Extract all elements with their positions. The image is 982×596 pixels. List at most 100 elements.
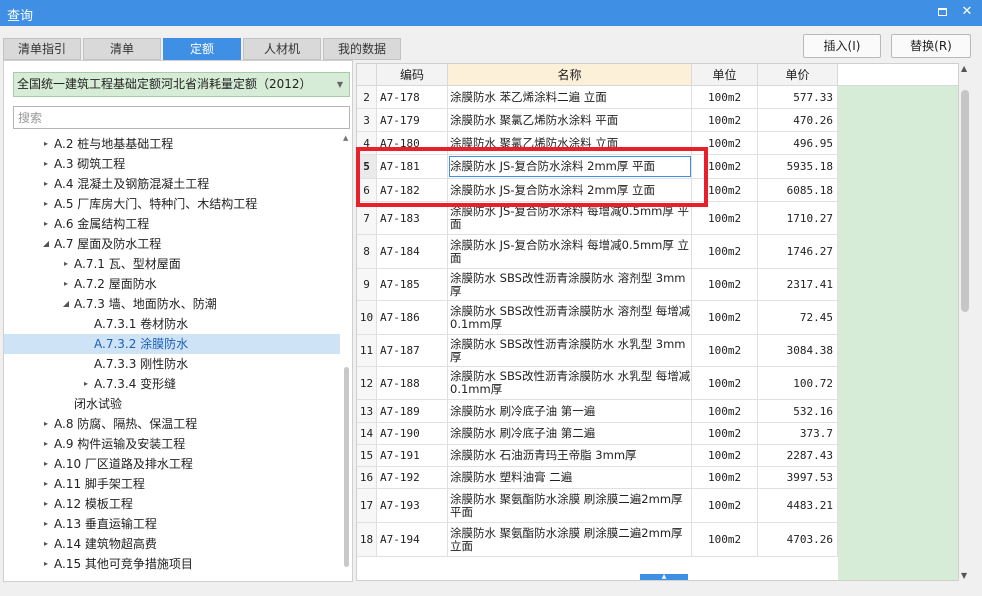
tree-node[interactable]: ▸ A.13 垂直运输工程 — [4, 514, 340, 534]
expand-arrow-icon[interactable]: ▸ — [60, 254, 72, 274]
unit-cell: 100m2 — [692, 423, 758, 444]
scroll-up-icon[interactable]: ▲ — [343, 134, 348, 142]
table-row[interactable]: 2 A7-178 涂膜防水 苯乙烯涂料二遍 立面 100m2 577.33 — [357, 86, 838, 109]
tree-node[interactable]: 闭水试验 — [4, 394, 340, 414]
row-index: 16 — [357, 467, 377, 488]
expand-arrow-icon[interactable]: ▸ — [60, 274, 72, 294]
tree-node[interactable]: ▸ A.15 其他可竞争措施项目 — [4, 554, 340, 574]
tree-node[interactable]: ▸ A.11 脚手架工程 — [4, 474, 340, 494]
table-row[interactable]: 9 A7-185 涂膜防水 SBS改性沥青涂膜防水 溶剂型 3mm厚 100m2 231… — [357, 269, 838, 301]
table-row[interactable]: 11 A7-187 涂膜防水 SBS改性沥青涂膜防水 水乳型 3mm厚 100m2 30… — [357, 335, 838, 367]
tree-node-label: A.7.3 墙、地面防水、防潮 — [74, 297, 217, 311]
tree-node[interactable]: ▸ A.2 桩与地基基础工程 — [4, 134, 340, 154]
expand-arrow-icon[interactable]: ▸ — [40, 514, 52, 534]
table-row[interactable]: 14 A7-190 涂膜防水 刷冷底子油 第二遍 100m2 373.7 — [357, 423, 838, 445]
splitter-handle[interactable]: ▲ — [640, 574, 688, 580]
tree-node[interactable]: ▸ A.7.1 瓦、型材屋面 — [4, 254, 340, 274]
empty-area — [838, 86, 958, 580]
scroll-up-icon[interactable]: ▲ — [961, 64, 967, 73]
tab-my-data[interactable]: 我的数据 — [323, 38, 401, 60]
price-cell: 373.7 — [758, 423, 838, 444]
expand-arrow-icon[interactable]: ▸ — [40, 134, 52, 154]
name-cell: 涂膜防水 塑料油膏 二遍 — [448, 467, 692, 488]
scroll-down-icon[interactable]: ▼ — [961, 571, 967, 580]
tree-node[interactable]: ◢ A.7 屋面及防水工程 — [4, 234, 340, 254]
row-index: 2 — [357, 86, 377, 108]
name-cell: 涂膜防水 刷冷底子油 第二遍 — [448, 423, 692, 444]
tree-node-label: A.12 模板工程 — [54, 497, 133, 511]
tree-node-label: A.15 其他可竞争措施项目 — [54, 557, 193, 571]
expand-arrow-icon[interactable]: ▸ — [40, 554, 52, 574]
tree-node[interactable]: ▸ A.14 建筑物超高费 — [4, 534, 340, 554]
header-name[interactable]: 名称 — [448, 64, 692, 86]
table-row[interactable]: 17 A7-193 涂膜防水 聚氨酯防水涂膜 刷涂膜二遍2mm厚 平面 100m2 44… — [357, 489, 838, 523]
tree-node[interactable]: ▸ A.12 模板工程 — [4, 494, 340, 514]
code-cell: A7-185 — [377, 269, 448, 300]
collapse-arrow-icon[interactable]: ◢ — [40, 234, 52, 254]
name-cell: 涂膜防水 SBS改性沥青涂膜防水 溶剂型 3mm厚 — [448, 269, 692, 300]
tree-node-label: A.7 屋面及防水工程 — [54, 237, 162, 251]
expand-arrow-icon[interactable]: ▸ — [80, 374, 92, 394]
search-input[interactable] — [13, 106, 350, 129]
tree-node[interactable]: A.7.3.1 卷材防水 — [4, 314, 340, 334]
maximize-icon[interactable] — [933, 3, 951, 21]
close-icon[interactable]: ✕ — [958, 3, 976, 21]
table-row[interactable]: 15 A7-191 涂膜防水 石油沥青玛王帝脂 3mm厚 100m2 2287.43 — [357, 445, 838, 467]
table-row[interactable]: 13 A7-189 涂膜防水 刷冷底子油 第一遍 100m2 532.16 — [357, 400, 838, 423]
tree-node[interactable]: ▸ A.7.3.4 变形缝 — [4, 374, 340, 394]
tree-node[interactable]: ▸ A.3 砌筑工程 — [4, 154, 340, 174]
expand-arrow-icon[interactable]: ▸ — [40, 414, 52, 434]
collapse-arrow-icon[interactable]: ◢ — [60, 294, 72, 314]
scroll-thumb[interactable] — [344, 367, 349, 567]
tab-labor-material-machine[interactable]: 人材机 — [243, 38, 321, 60]
tab-list[interactable]: 清单 — [83, 38, 161, 60]
tree-node[interactable]: ◢ A.7.3 墙、地面防水、防潮 — [4, 294, 340, 314]
tree-node[interactable]: ▸ A.8 防腐、隔热、保温工程 — [4, 414, 340, 434]
expand-arrow-icon[interactable]: ▸ — [40, 154, 52, 174]
tree-node-label: A.7.1 瓦、型材屋面 — [74, 257, 181, 271]
code-cell: A7-187 — [377, 335, 448, 366]
tree-node[interactable]: ▸ A.9 构件运输及安装工程 — [4, 434, 340, 454]
tree-node[interactable]: ▸ A.5 厂库房大门、特种门、木结构工程 — [4, 194, 340, 214]
tree-node-label: A.13 垂直运输工程 — [54, 517, 157, 531]
tree-node[interactable]: A.7.3.3 刚性防水 — [4, 354, 340, 374]
expand-arrow-icon[interactable]: ▸ — [40, 494, 52, 514]
expand-arrow-icon[interactable]: ▸ — [40, 534, 52, 554]
table-row[interactable]: 3 A7-179 涂膜防水 聚氯乙烯防水涂料 平面 100m2 470.26 — [357, 109, 838, 132]
table-row[interactable]: 12 A7-188 涂膜防水 SBS改性沥青涂膜防水 水乳型 每增减0.1mm厚 10… — [357, 367, 838, 400]
table-scrollbar[interactable]: ▲ ▼ — [959, 63, 971, 581]
header-unit[interactable]: 单位 — [692, 64, 758, 86]
quota-tree: ▸ A.2 桩与地基基础工程 ▸ A.3 砌筑工程 ▸ A.4 混凝土及钢筋混凝土工程 ▸ A… — [4, 134, 340, 581]
expand-arrow-icon[interactable]: ▸ — [40, 454, 52, 474]
tab-quota[interactable]: 定额 — [163, 38, 241, 60]
replace-button[interactable]: 替换(R) — [891, 34, 971, 58]
tree-node-label: A.7.3.1 卷材防水 — [94, 317, 189, 331]
expand-arrow-icon[interactable]: ▸ — [40, 174, 52, 194]
row-index: 12 — [357, 367, 377, 399]
tree-node[interactable]: A.7.3.2 涂膜防水 — [4, 334, 340, 354]
unit-cell: 100m2 — [692, 523, 758, 556]
unit-cell: 100m2 — [692, 301, 758, 334]
table-row[interactable]: 10 A7-186 涂膜防水 SBS改性沥青涂膜防水 溶剂型 每增减0.1mm厚 10… — [357, 301, 838, 335]
insert-button[interactable]: 插入(I) — [803, 34, 881, 58]
scroll-thumb[interactable] — [961, 90, 969, 312]
expand-arrow-icon[interactable]: ▸ — [40, 214, 52, 234]
tree-node[interactable]: ▸ A.4 混凝土及钢筋混凝土工程 — [4, 174, 340, 194]
name-cell: 涂膜防水 聚氨酯防水涂膜 刷涂膜二遍2mm厚 立面 — [448, 523, 692, 556]
table-row[interactable]: 18 A7-194 涂膜防水 聚氨酯防水涂膜 刷涂膜二遍2mm厚 立面 100m2 47… — [357, 523, 838, 557]
expand-arrow-icon[interactable]: ▸ — [40, 434, 52, 454]
quota-library-select[interactable]: 全国统一建筑工程基础定额河北省消耗量定额（2012） ▼ — [13, 72, 350, 97]
header-code[interactable]: 编码 — [377, 64, 448, 86]
tab-list-guide[interactable]: 清单指引 — [3, 38, 81, 60]
header-price[interactable]: 单价 — [758, 64, 838, 86]
unit-cell: 100m2 — [692, 489, 758, 522]
tree-scrollbar[interactable]: ▲ — [343, 134, 351, 580]
tree-node[interactable]: ▸ A.7.2 屋面防水 — [4, 274, 340, 294]
table-row[interactable]: 16 A7-192 涂膜防水 塑料油膏 二遍 100m2 3997.53 — [357, 467, 838, 489]
expand-arrow-icon[interactable]: ▸ — [40, 474, 52, 494]
window-title: 查询 — [7, 9, 34, 24]
table-row[interactable]: 8 A7-184 涂膜防水 JS-复合防水涂料 每增减0.5mm厚 立面 100m2 1… — [357, 235, 838, 269]
expand-arrow-icon[interactable]: ▸ — [40, 194, 52, 214]
tree-node[interactable]: ▸ A.6 金属结构工程 — [4, 214, 340, 234]
tree-node[interactable]: ▸ A.10 厂区道路及排水工程 — [4, 454, 340, 474]
